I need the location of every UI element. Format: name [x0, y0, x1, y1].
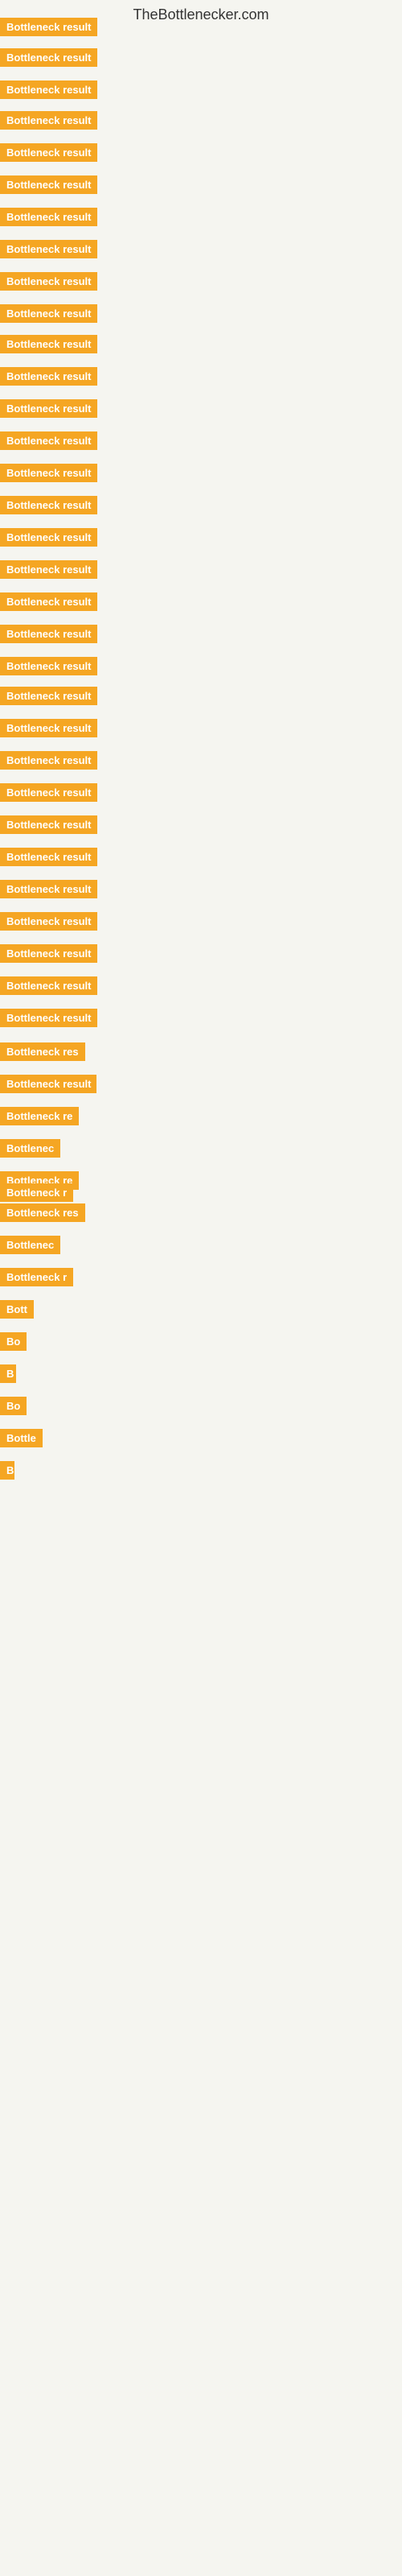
bottleneck-label: Bottleneck result	[0, 272, 97, 291]
bottleneck-result-item: Bottleneck result	[0, 18, 97, 40]
bottleneck-label: Bottleneck result	[0, 143, 97, 162]
bottleneck-result-item: Bottleneck result	[0, 208, 97, 230]
bottleneck-label: Bo	[0, 1397, 27, 1415]
bottleneck-label: Bottleneck result	[0, 80, 97, 99]
bottleneck-result-item: Bottle	[0, 1429, 43, 1451]
bottleneck-result-item: Bottleneck result	[0, 1075, 96, 1097]
bottleneck-label: Bottleneck result	[0, 783, 97, 802]
bottleneck-result-item: Bottleneck result	[0, 367, 97, 390]
bottleneck-label: Bo	[0, 1332, 27, 1351]
bottleneck-result-item: Bottleneck result	[0, 80, 97, 103]
bottleneck-label: Bottleneck result	[0, 528, 97, 547]
bottleneck-result-item: B	[0, 1461, 14, 1484]
bottleneck-result-item: Bottleneck result	[0, 304, 97, 327]
bottleneck-label: Bottleneck result	[0, 880, 97, 898]
bottleneck-label: Bottleneck result	[0, 657, 97, 675]
bottleneck-result-item: Bottleneck result	[0, 272, 97, 295]
bottleneck-result-item: B	[0, 1364, 16, 1387]
bottleneck-result-item: Bottleneck result	[0, 815, 97, 838]
bottleneck-result-item: Bottleneck result	[0, 848, 97, 870]
bottleneck-result-item: Bo	[0, 1332, 27, 1355]
bottleneck-label: Bottleneck result	[0, 367, 97, 386]
bottleneck-result-item: Bottleneck result	[0, 625, 97, 647]
bottleneck-result-item: Bottleneck result	[0, 1009, 97, 1031]
bottleneck-result-item: Bottleneck result	[0, 880, 97, 902]
bottleneck-label: Bottleneck result	[0, 240, 97, 258]
bottleneck-label: Bottleneck res	[0, 1042, 85, 1061]
bottleneck-result-item: Bottleneck result	[0, 976, 97, 999]
bottleneck-result-item: Bott	[0, 1300, 34, 1323]
bottleneck-result-item: Bottleneck r	[0, 1268, 73, 1290]
bottleneck-label: Bottleneck result	[0, 1009, 97, 1027]
bottleneck-label: Bottleneck re	[0, 1107, 79, 1125]
bottleneck-result-item: Bottleneck result	[0, 560, 97, 583]
bottleneck-result-item: Bottleneck result	[0, 111, 97, 134]
bottleneck-label: Bottleneck res	[0, 1203, 85, 1222]
bottleneck-result-item: Bottleneck r	[0, 1183, 73, 1206]
bottleneck-result-item: Bottleneck result	[0, 528, 97, 551]
bottleneck-label: Bottleneck result	[0, 751, 97, 770]
bottleneck-result-item: Bottleneck result	[0, 431, 97, 454]
bottleneck-label: Bottleneck result	[0, 1075, 96, 1093]
bottleneck-label: Bottleneck result	[0, 335, 97, 353]
bottleneck-label: Bott	[0, 1300, 34, 1319]
bottleneck-label: Bottleneck result	[0, 944, 97, 963]
bottleneck-result-item: Bottleneck result	[0, 592, 97, 615]
bottleneck-label: Bottleneck result	[0, 719, 97, 737]
bottleneck-label: Bottleneck result	[0, 431, 97, 450]
bottleneck-result-item: Bottleneck result	[0, 48, 97, 71]
bottleneck-label: Bottleneck result	[0, 496, 97, 514]
bottleneck-label: Bottleneck result	[0, 175, 97, 194]
bottleneck-result-item: Bottleneck result	[0, 944, 97, 967]
bottleneck-label: Bottleneck r	[0, 1268, 73, 1286]
bottleneck-result-item: Bottleneck result	[0, 399, 97, 422]
bottleneck-label: Bottleneck result	[0, 560, 97, 579]
bottleneck-label: Bottle	[0, 1429, 43, 1447]
bottleneck-result-item: Bottlenec	[0, 1139, 60, 1162]
bottleneck-label: Bottleneck result	[0, 399, 97, 418]
bottleneck-label: Bottlenec	[0, 1236, 60, 1254]
bottleneck-result-item: Bottleneck result	[0, 240, 97, 262]
bottleneck-label: Bottleneck result	[0, 912, 97, 931]
bottleneck-result-item: Bottleneck result	[0, 657, 97, 679]
bottleneck-label: Bottleneck result	[0, 111, 97, 130]
bottleneck-result-item: Bottleneck result	[0, 687, 97, 709]
bottleneck-label: B	[0, 1364, 16, 1383]
bottleneck-result-item: Bottleneck result	[0, 751, 97, 774]
bottleneck-label: Bottleneck result	[0, 464, 97, 482]
bottleneck-result-item: Bottleneck result	[0, 464, 97, 486]
bottleneck-result-item: Bottleneck result	[0, 912, 97, 935]
bottleneck-label: Bottleneck result	[0, 687, 97, 705]
bottleneck-result-item: Bottleneck result	[0, 175, 97, 198]
bottleneck-label: B	[0, 1461, 14, 1480]
bottleneck-result-item: Bottlenec	[0, 1236, 60, 1258]
bottleneck-result-item: Bottleneck result	[0, 783, 97, 806]
bottleneck-result-item: Bottleneck res	[0, 1203, 85, 1226]
bottleneck-result-item: Bottleneck result	[0, 143, 97, 166]
bottleneck-label: Bottleneck result	[0, 625, 97, 643]
bottleneck-label: Bottleneck result	[0, 304, 97, 323]
bottleneck-label: Bottleneck result	[0, 848, 97, 866]
bottleneck-label: Bottleneck r	[0, 1183, 73, 1202]
bottleneck-result-item: Bottleneck result	[0, 496, 97, 518]
bottleneck-result-item: Bottleneck result	[0, 335, 97, 357]
bottleneck-label: Bottleneck result	[0, 48, 97, 67]
bottleneck-label: Bottleneck result	[0, 976, 97, 995]
bottleneck-label: Bottleneck result	[0, 18, 97, 36]
bottleneck-label: Bottleneck result	[0, 592, 97, 611]
bottleneck-label: Bottleneck result	[0, 208, 97, 226]
bottleneck-result-item: Bottleneck res	[0, 1042, 85, 1065]
bottleneck-label: Bottlenec	[0, 1139, 60, 1158]
bottleneck-label: Bottleneck result	[0, 815, 97, 834]
bottleneck-result-item: Bottleneck re	[0, 1107, 79, 1129]
bottleneck-result-item: Bo	[0, 1397, 27, 1419]
bottleneck-result-item: Bottleneck result	[0, 719, 97, 741]
